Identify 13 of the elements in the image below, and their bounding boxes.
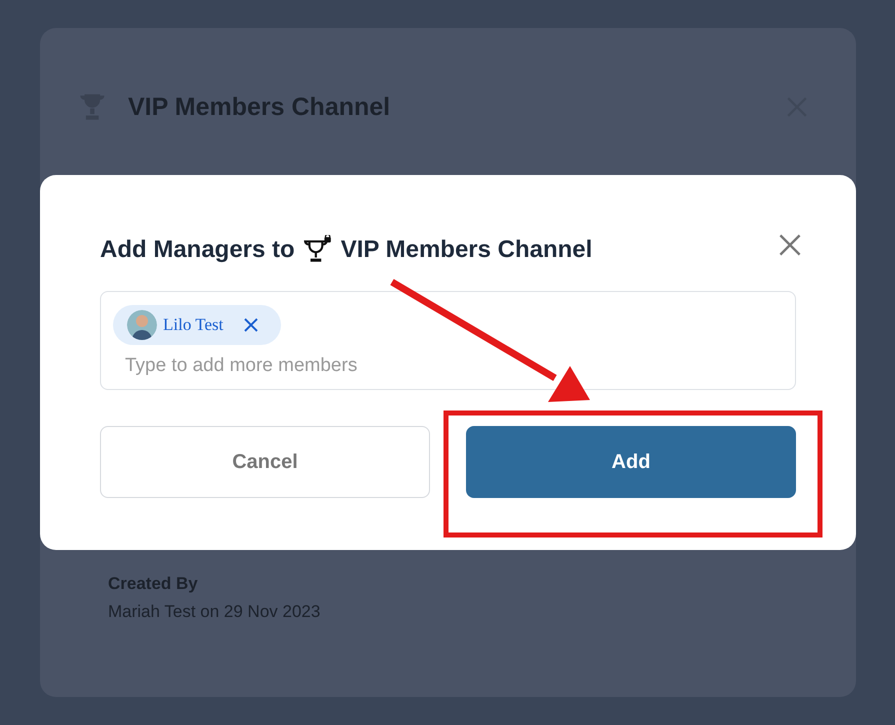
trophy-icon <box>302 235 333 265</box>
cancel-button[interactable]: Cancel <box>100 426 430 498</box>
remove-icon[interactable] <box>243 317 260 333</box>
members-field[interactable]: Lilo Test Type to add more members <box>100 291 796 390</box>
avatar-icon <box>127 310 157 340</box>
channel-name: VIP Members Channel <box>340 236 592 264</box>
member-name: Lilo Test <box>163 315 224 335</box>
dialog-title: Add Managers to <box>100 236 295 264</box>
created-by-label: Created By <box>108 574 199 594</box>
created-by-value: Mariah Test on 29 Nov 2023 <box>108 602 322 622</box>
close-icon[interactable] <box>778 233 802 257</box>
dialog-title: VIP Members Channel <box>128 92 392 122</box>
add-button[interactable]: Add <box>466 426 796 498</box>
